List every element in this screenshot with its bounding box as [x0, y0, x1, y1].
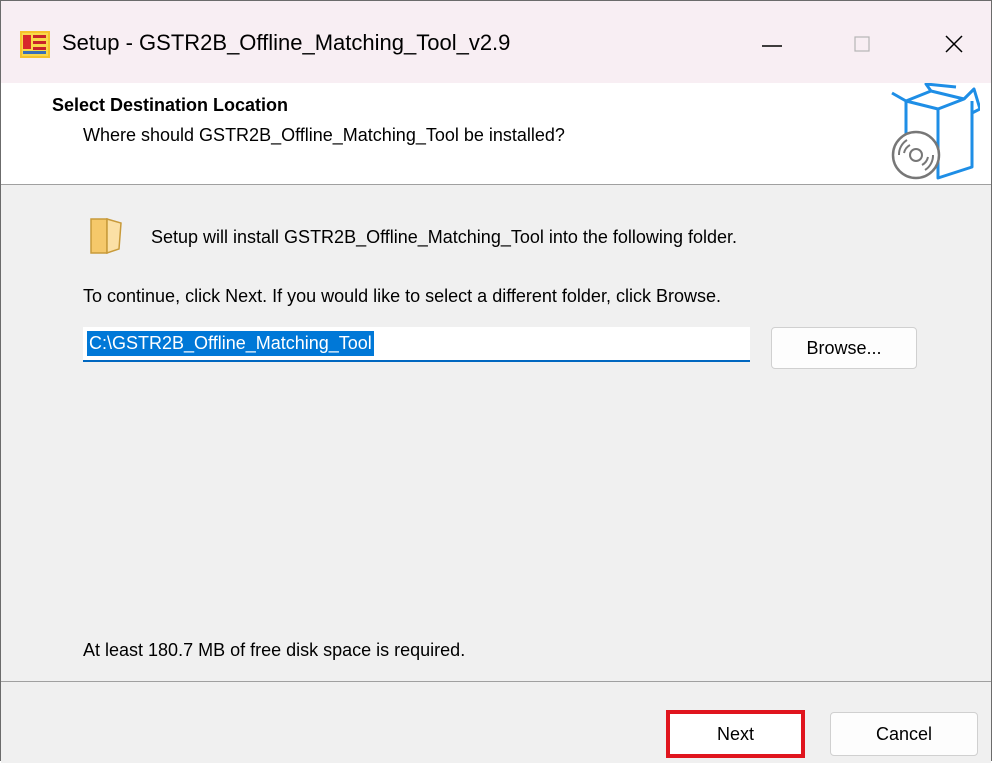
box-with-disc-icon [891, 83, 980, 180]
destination-path-input[interactable]: C:\GSTR2B_Offline_Matching_Tool [83, 327, 750, 362]
next-button[interactable]: Next [666, 710, 805, 758]
close-icon [945, 35, 963, 53]
maximize-button[interactable] [839, 21, 885, 67]
wizard-header: Select Destination Location Where should… [1, 83, 991, 185]
maximize-icon [854, 36, 870, 52]
minimize-button[interactable] [749, 21, 795, 67]
browse-button[interactable]: Browse... [771, 327, 917, 369]
folder-icon [90, 218, 122, 255]
continue-hint-text: To continue, click Next. If you would li… [83, 286, 721, 306]
page-subtitle: Where should GSTR2B_Offline_Matching_Too… [83, 125, 565, 145]
title-bar[interactable]: Setup - GSTR2B_Offline_Matching_Tool_v2.… [1, 1, 991, 83]
window-title: Setup - GSTR2B_Offline_Matching_Tool_v2.… [62, 30, 511, 55]
cancel-button[interactable]: Cancel [830, 712, 978, 756]
wizard-body: Setup will install GSTR2B_Offline_Matchi… [1, 185, 991, 681]
disk-space-text: At least 180.7 MB of free disk space is … [83, 640, 466, 660]
wizard-footer: Next Cancel [1, 681, 991, 763]
page-title: Select Destination Location [52, 95, 289, 115]
installer-app-icon [20, 31, 50, 58]
destination-path-value: C:\GSTR2B_Offline_Matching_Tool [87, 331, 374, 356]
minimize-icon [762, 45, 782, 47]
install-intro-text: Setup will install GSTR2B_Offline_Matchi… [151, 227, 737, 247]
setup-window: Setup - GSTR2B_Offline_Matching_Tool_v2.… [0, 0, 992, 763]
close-button[interactable] [931, 21, 977, 67]
